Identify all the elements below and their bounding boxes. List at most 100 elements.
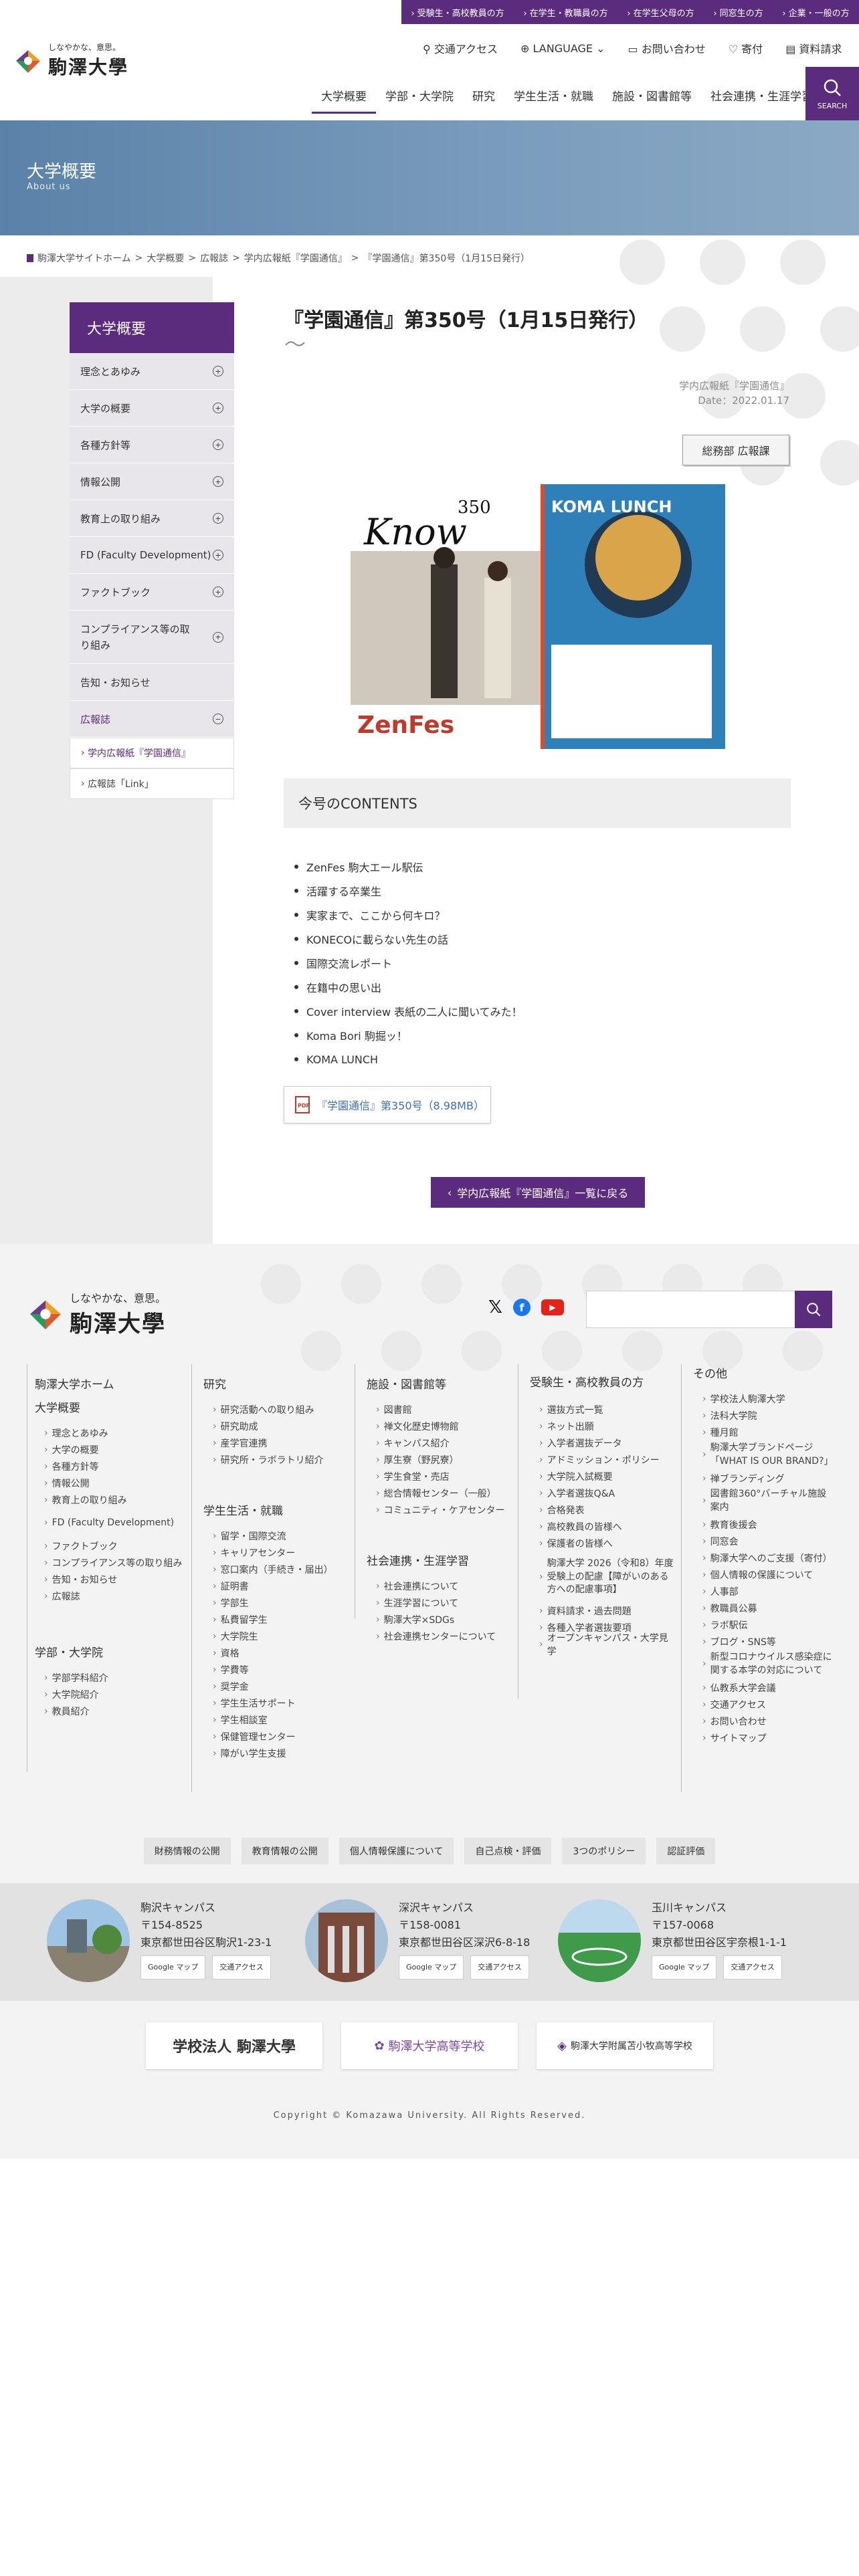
- plus-icon[interactable]: +: [213, 403, 223, 413]
- footer-heading[interactable]: その他: [693, 1364, 834, 1381]
- footer-heading[interactable]: 学部・大学院: [35, 1643, 186, 1660]
- google-map-button[interactable]: Google マップ: [652, 1955, 717, 1979]
- footer-link[interactable]: 教職員公募: [702, 1600, 834, 1616]
- footer-link[interactable]: 資格: [213, 1644, 351, 1661]
- breadcrumb-about[interactable]: 大学概要: [147, 251, 184, 265]
- audience-link-business[interactable]: › 企業・一般の方: [782, 6, 849, 19]
- footer-link[interactable]: ネット出願: [539, 1418, 677, 1435]
- sidebar-item-disclosure[interactable]: 情報公開 +: [70, 463, 234, 500]
- footer-link[interactable]: 社会連携センターについて: [376, 1628, 514, 1644]
- plus-icon[interactable]: +: [213, 476, 223, 487]
- plus-icon[interactable]: +: [213, 366, 223, 377]
- footer-link[interactable]: 仏教系大学会議: [702, 1679, 834, 1696]
- footer-heading[interactable]: 社会連携・生涯学習: [367, 1551, 514, 1568]
- footer-link[interactable]: 合格発表: [539, 1502, 677, 1519]
- audience-link-student[interactable]: › 在学生・教職員の方: [523, 6, 607, 19]
- footer-link[interactable]: 入学者選抜データ: [539, 1435, 677, 1452]
- footer-link[interactable]: 資料請求・過去問題: [539, 1603, 677, 1620]
- footer-link[interactable]: 禅ブランディング: [702, 1470, 834, 1487]
- footer-policy-button[interactable]: 個人情報保護について: [339, 1838, 454, 1864]
- footer-link[interactable]: 研究活動への取り組み: [213, 1401, 351, 1418]
- plus-icon[interactable]: +: [213, 513, 223, 524]
- footer-link[interactable]: サイトマップ: [702, 1729, 834, 1746]
- google-map-button[interactable]: Google マップ: [399, 1955, 464, 1979]
- footer-link[interactable]: 交通アクセス: [702, 1696, 834, 1713]
- sidebar-sub-link[interactable]: › 広報誌「Link」: [70, 768, 234, 799]
- util-language[interactable]: ⊕ LANGUAGE ⌄: [520, 42, 605, 55]
- footer-link[interactable]: 学部学科紹介: [44, 1669, 186, 1686]
- footer-link[interactable]: オープンキャンパス・大学見学: [539, 1633, 677, 1657]
- footer-link[interactable]: 図書館: [376, 1401, 514, 1418]
- plus-icon[interactable]: +: [213, 631, 223, 643]
- footer-link[interactable]: 学部生: [213, 1594, 351, 1611]
- affiliate-logo-highschool[interactable]: ✿ 駒澤大学高等学校: [341, 2022, 518, 2069]
- footer-link[interactable]: 保護者の皆様へ: [539, 1535, 677, 1552]
- footer-heading[interactable]: 受験生・高校教員の方: [530, 1375, 644, 1392]
- footer-link[interactable]: キャリアセンター: [213, 1544, 351, 1561]
- footer-link[interactable]: 教育後援会: [702, 1516, 834, 1533]
- footer-link[interactable]: 私費留学生: [213, 1611, 351, 1628]
- nav-about[interactable]: 大学概要: [312, 87, 376, 114]
- footer-link[interactable]: 窓口案内（手続き・届出）: [213, 1561, 351, 1578]
- footer-link[interactable]: コミュニティ・ケアセンター: [376, 1501, 514, 1518]
- footer-link[interactable]: 人事部: [702, 1583, 834, 1600]
- footer-logo[interactable]: しなやかな、意思。 駒澤大學: [27, 1289, 166, 1338]
- nav-community[interactable]: 社会連携・生涯学習: [701, 87, 822, 114]
- sidebar-item-notice[interactable]: 告知・お知らせ: [70, 664, 234, 701]
- nav-faculties[interactable]: 学部・大学院: [376, 87, 463, 114]
- footer-link[interactable]: 禅文化歴史博物館: [376, 1418, 514, 1434]
- footer-link[interactable]: 図書館360°バーチャル施設案内: [702, 1487, 834, 1516]
- campus-access-button[interactable]: 交通アクセス: [212, 1955, 271, 1979]
- nav-student-life[interactable]: 学生生活・就職: [504, 87, 603, 114]
- footer-link[interactable]: 情報公開: [44, 1475, 186, 1491]
- footer-link[interactable]: 学費等: [213, 1661, 351, 1678]
- plus-icon[interactable]: +: [213, 586, 223, 597]
- footer-link[interactable]: 駒澤大学ブランドページ「WHAT IS OUR BRAND?」: [702, 1440, 834, 1470]
- audience-link-parent[interactable]: › 在学生父母の方: [627, 6, 694, 19]
- nav-research[interactable]: 研究: [463, 87, 504, 114]
- footer-search-button[interactable]: [795, 1291, 832, 1328]
- footer-link[interactable]: 同窓会: [702, 1533, 834, 1549]
- footer-policy-button[interactable]: 3つのポリシー: [562, 1838, 646, 1864]
- util-request[interactable]: ▤ 資料請求: [785, 40, 842, 56]
- footer-link[interactable]: 大学院紹介: [44, 1686, 186, 1703]
- footer-link[interactable]: キャンパス紹介: [376, 1434, 514, 1451]
- footer-link[interactable]: お問い合わせ: [702, 1713, 834, 1729]
- footer-heading[interactable]: 施設・図書館等: [367, 1375, 514, 1392]
- footer-link[interactable]: 研究助成: [213, 1418, 351, 1434]
- plus-icon[interactable]: +: [213, 550, 223, 560]
- footer-link[interactable]: 留学・国際交流: [213, 1527, 351, 1544]
- footer-link[interactable]: 証明書: [213, 1578, 351, 1594]
- back-to-list-button[interactable]: ‹ 学内広報紙『学園通信』一覧に戻る: [431, 1177, 645, 1208]
- footer-policy-button[interactable]: 自己点検・評価: [464, 1838, 552, 1864]
- affiliate-logo-tomakomai[interactable]: ◈ 駒澤大学附属苫小牧高等学校: [537, 2022, 713, 2069]
- header-search-button[interactable]: SEARCH: [805, 67, 859, 120]
- footer-link[interactable]: 生涯学習について: [376, 1594, 514, 1611]
- footer-link[interactable]: 駒澤大学 2026（令和8）年度受験上の配慮【障がいのある方への配慮事項】: [539, 1552, 677, 1603]
- util-access[interactable]: ⚲ 交通アクセス: [423, 40, 498, 56]
- footer-link[interactable]: FD (Faculty Development): [44, 1508, 186, 1537]
- footer-heading[interactable]: 研究: [203, 1375, 351, 1392]
- footer-link[interactable]: 高校教員の皆様へ: [539, 1519, 677, 1535]
- sidebar-item-philosophy[interactable]: 理念とあゆみ +: [70, 353, 234, 390]
- footer-policy-button[interactable]: 教育情報の公開: [241, 1838, 328, 1864]
- nav-facilities[interactable]: 施設・図書館等: [603, 87, 701, 114]
- audience-link-examinee[interactable]: › 受験生・高校教員の方: [411, 6, 504, 19]
- footer-link[interactable]: アドミッション・ポリシー: [539, 1452, 677, 1469]
- footer-link[interactable]: 各種方針等: [44, 1458, 186, 1475]
- footer-link[interactable]: 保健管理センター: [213, 1728, 351, 1745]
- affiliate-logo-university[interactable]: 学校法人 駒澤大學: [146, 2022, 322, 2069]
- footer-search-input[interactable]: [586, 1291, 796, 1328]
- footer-link[interactable]: 理念とあゆみ: [44, 1424, 186, 1441]
- footer-link[interactable]: 選抜方式一覧: [539, 1402, 677, 1418]
- footer-link[interactable]: 厚生寮（野尻寮）: [376, 1451, 514, 1468]
- youtube-icon[interactable]: ▶: [541, 1299, 564, 1315]
- footer-link[interactable]: 総合情報センター（一般）: [376, 1485, 514, 1501]
- util-contact[interactable]: ▭ お問い合わせ: [628, 40, 706, 56]
- footer-heading[interactable]: 学生生活・就職: [203, 1501, 351, 1518]
- footer-link[interactable]: 教育上の取り組み: [44, 1491, 186, 1508]
- footer-link[interactable]: 学生食堂・売店: [376, 1468, 514, 1485]
- sidebar-item-pr[interactable]: 広報誌 −: [70, 701, 234, 738]
- footer-link[interactable]: 大学の概要: [44, 1441, 186, 1458]
- facebook-icon[interactable]: f: [512, 1299, 531, 1316]
